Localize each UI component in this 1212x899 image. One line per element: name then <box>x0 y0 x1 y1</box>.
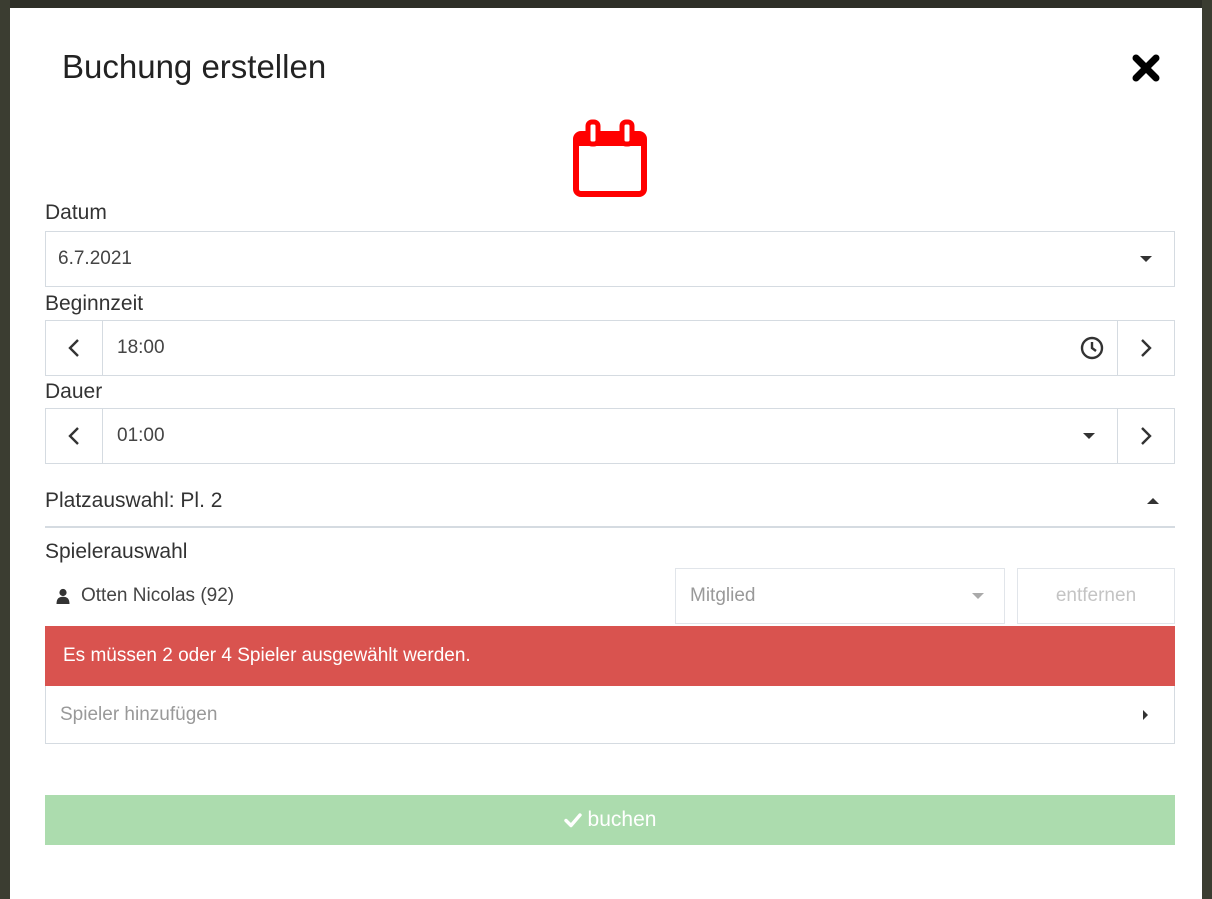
player-role-value: Mitglied <box>690 585 756 606</box>
caret-up-icon <box>1147 498 1159 504</box>
calendar-icon <box>572 118 648 198</box>
player-selection-label: Spielerauswahl <box>45 540 188 563</box>
court-selection-label: Platzauswahl: Pl. 2 <box>45 489 223 512</box>
caret-right-icon <box>1143 709 1148 720</box>
close-button[interactable] <box>1128 50 1164 86</box>
start-time-label: Beginnzeit <box>45 292 144 315</box>
date-select[interactable]: 6.7.2021 <box>45 231 1175 287</box>
chevron-right-icon <box>1141 427 1152 445</box>
start-time-value[interactable]: 18:00 <box>103 337 1079 359</box>
player-name-text: Otten Nicolas (92) <box>81 585 235 606</box>
duration-label: Dauer <box>45 380 103 403</box>
player-name: Otten Nicolas (92) <box>45 585 675 607</box>
start-time-previous-button[interactable] <box>46 321 103 375</box>
add-player-field[interactable]: Spieler hinzufügen <box>45 686 1175 744</box>
dialog-title: Buchung erstellen <box>62 48 327 85</box>
book-button[interactable]: buchen <box>45 795 1175 845</box>
book-button-label: buchen <box>587 808 657 831</box>
court-selection-toggle[interactable]: Platzauswahl: Pl. 2 <box>45 476 1175 528</box>
caret-down-icon <box>972 593 984 599</box>
start-time-stepper: 18:00 <box>45 320 1175 376</box>
backdrop <box>0 0 1212 8</box>
remove-player-button[interactable]: entfernen <box>1017 568 1175 624</box>
chevron-left-icon <box>68 339 79 357</box>
chevron-right-icon <box>1141 339 1152 357</box>
player-row: Otten Nicolas (92) Mitglied entfernen <box>45 568 1175 624</box>
start-time-next-button[interactable] <box>1117 321 1174 375</box>
add-player-placeholder: Spieler hinzufügen <box>60 703 218 725</box>
check-icon <box>563 813 582 828</box>
booking-dialog: Buchung erstellen Datum 6.7.2021 Beginnz… <box>10 8 1202 899</box>
player-role-select[interactable]: Mitglied <box>675 568 1005 624</box>
player-error-message: Es müssen 2 oder 4 Spieler ausgewählt we… <box>45 626 1175 686</box>
date-label: Datum <box>45 201 107 224</box>
clock-icon[interactable] <box>1079 335 1105 361</box>
duration-value[interactable]: 01:00 <box>103 425 1083 447</box>
backdrop <box>0 0 10 899</box>
chevron-left-icon <box>68 427 79 445</box>
duration-previous-button[interactable] <box>46 409 103 463</box>
close-icon <box>1132 54 1160 82</box>
caret-down-icon <box>1140 256 1152 262</box>
date-value: 6.7.2021 <box>58 248 132 269</box>
duration-stepper: 01:00 <box>45 408 1175 464</box>
caret-down-icon[interactable] <box>1083 433 1095 439</box>
duration-next-button[interactable] <box>1117 409 1174 463</box>
backdrop <box>1202 0 1212 899</box>
user-icon <box>56 588 70 604</box>
